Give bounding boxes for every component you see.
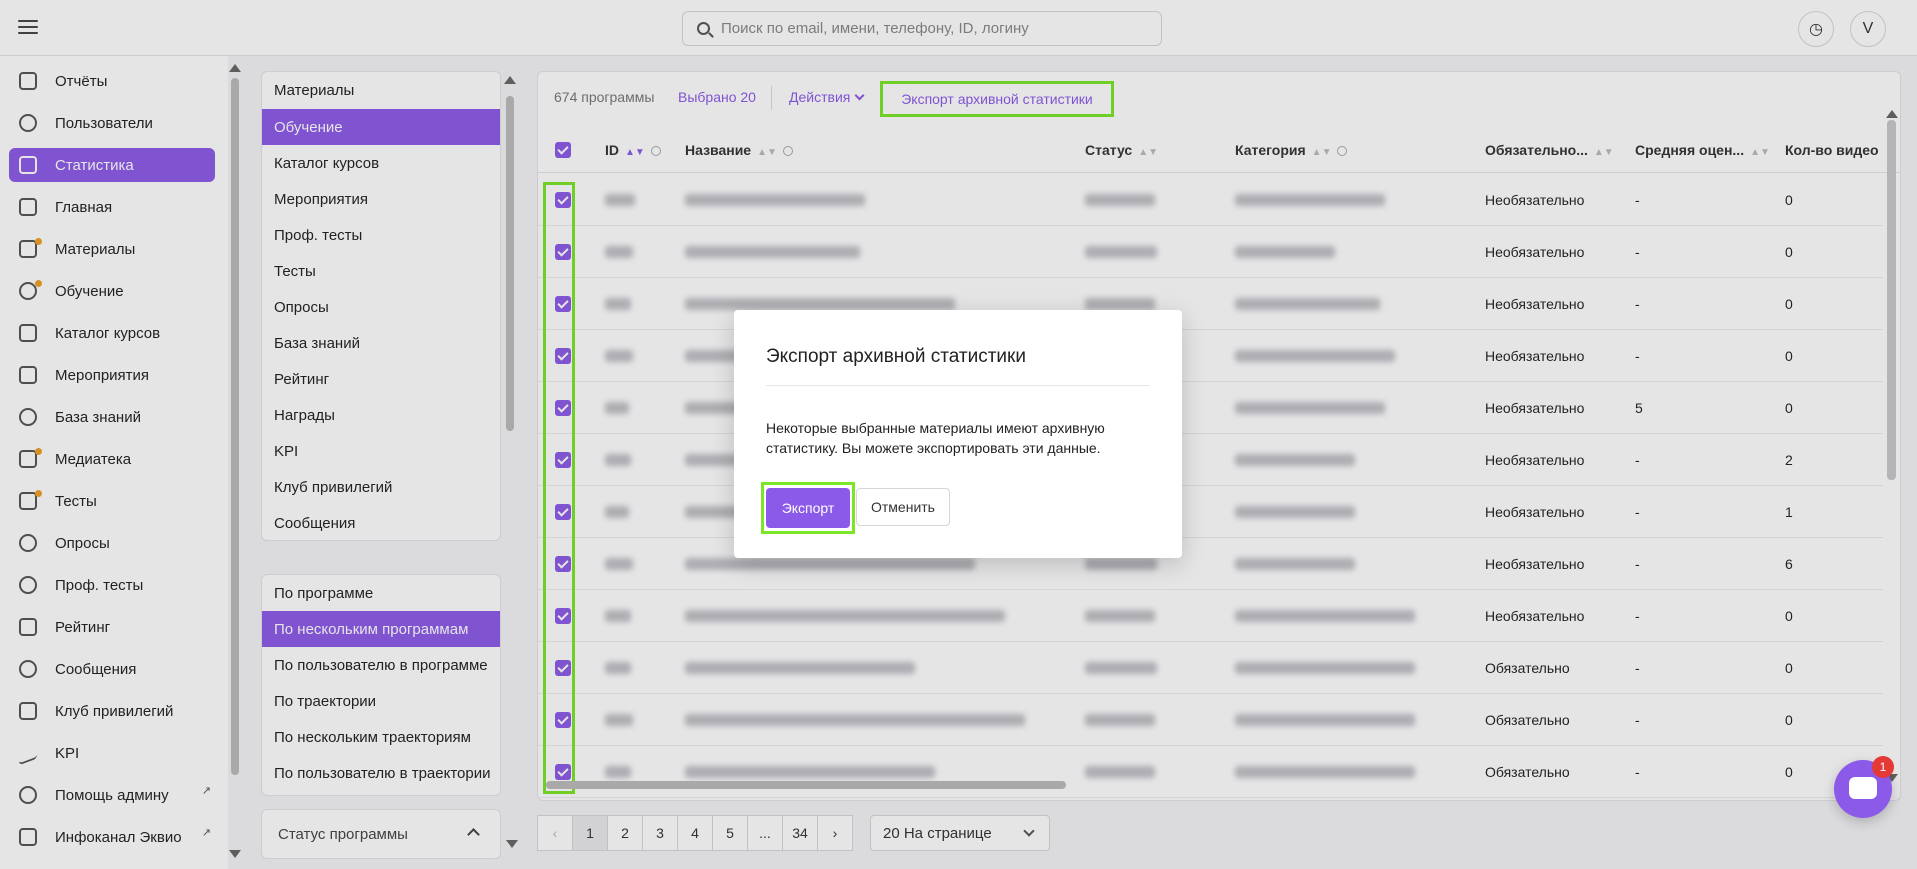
chat-badge: 1	[1872, 756, 1894, 778]
cancel-button[interactable]: Отменить	[856, 488, 950, 526]
export-button-highlight: Экспорт	[761, 482, 855, 534]
modal-text: Некоторые выбранные материалы имеют архи…	[766, 420, 1105, 456]
chat-icon	[1849, 777, 1877, 799]
modal-title: Экспорт архивной статистики	[766, 346, 1026, 367]
export-button[interactable]: Экспорт	[766, 488, 850, 528]
modal-divider	[766, 385, 1150, 386]
export-archive-modal: Экспорт архивной статистики Некоторые вы…	[734, 310, 1182, 558]
chat-button[interactable]: 1	[1834, 756, 1894, 818]
